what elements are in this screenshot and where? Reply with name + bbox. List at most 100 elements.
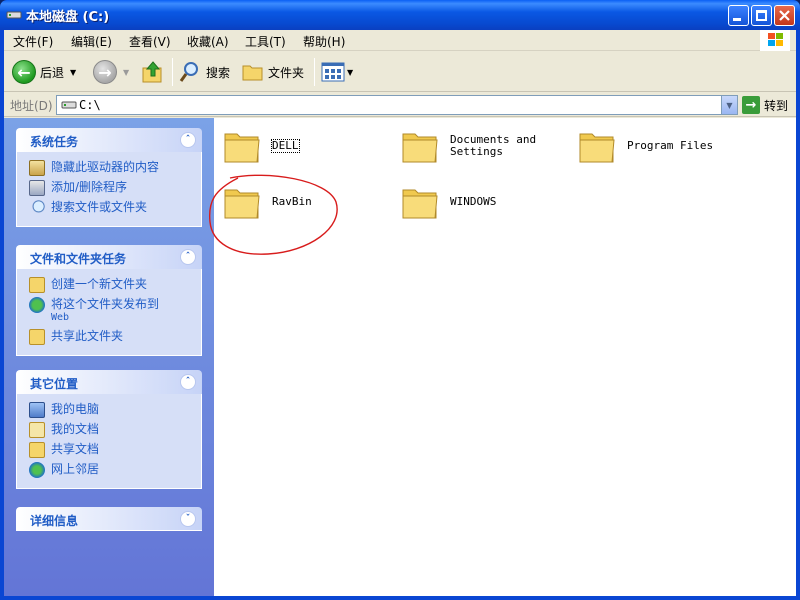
collapse-up-icon[interactable]: ˆ <box>180 132 196 148</box>
task-publish-web[interactable]: 将这个文件夹发布到 Web <box>29 297 201 325</box>
collapse-up-icon[interactable]: ˆ <box>180 374 196 390</box>
folder-name: WINDOWS <box>450 195 497 208</box>
task-label: 搜索文件或文件夹 <box>51 200 148 214</box>
task-label: 我的电脑 <box>51 402 100 416</box>
panel-header[interactable]: 其它位置 ˆ <box>16 370 202 394</box>
task-search-files[interactable]: 搜索文件或文件夹 <box>29 200 201 216</box>
address-bar: 地址(D) C:\ ▼ → 转到 <box>4 93 796 117</box>
folder-icon <box>579 133 615 163</box>
network-places-icon <box>29 462 45 478</box>
task-label: 共享此文件夹 <box>51 329 124 343</box>
task-share-folder[interactable]: 共享此文件夹 <box>29 329 201 345</box>
publish-web-icon <box>29 297 45 313</box>
close-button[interactable] <box>774 5 795 26</box>
add-remove-programs-icon <box>29 180 45 196</box>
panel-title: 文件和文件夹任务 <box>30 252 127 266</box>
place-shared-documents[interactable]: 共享文档 <box>29 442 201 458</box>
forward-arrow-icon: → <box>93 60 117 84</box>
file-folder-tasks-panel: 文件和文件夹任务 ˆ 创建一个新文件夹 将这个文件夹发布到 Web 共享此文件夹 <box>16 245 202 356</box>
other-places-panel: 其它位置 ˆ 我的电脑 我的文档 共享文档 网上邻居 <box>16 370 202 489</box>
task-sublabel: Web <box>51 312 70 323</box>
place-my-documents[interactable]: 我的文档 <box>29 422 201 438</box>
task-pane: 系统任务 ˆ 隐藏此驱动器的内容 添加/删除程序 搜索文件或文件夹 文件和文件夹… <box>4 118 214 596</box>
place-network[interactable]: 网上邻居 <box>29 462 201 478</box>
menu-help[interactable]: 帮助(H) <box>303 33 345 50</box>
back-button[interactable]: ← 后退 ▼ <box>12 58 76 86</box>
task-label: 网上邻居 <box>51 462 100 476</box>
drive-icon <box>61 101 77 109</box>
my-computer-icon <box>29 402 45 418</box>
forward-dropdown-icon[interactable]: ▼ <box>123 68 129 77</box>
views-dropdown-icon[interactable]: ▼ <box>347 68 353 77</box>
minimize-button[interactable] <box>728 5 749 26</box>
address-dropdown-icon[interactable]: ▼ <box>721 96 737 114</box>
go-label: 转到 <box>764 98 789 113</box>
toolbar-separator <box>314 58 315 86</box>
expand-down-icon[interactable]: ˇ <box>180 511 196 527</box>
folder-item[interactable]: WINDOWS <box>400 182 496 222</box>
place-my-computer[interactable]: 我的电脑 <box>29 402 201 418</box>
views-button[interactable]: ▼ <box>321 58 353 86</box>
folder-name: Documents and Settings <box>450 133 537 158</box>
task-add-remove-programs[interactable]: 添加/删除程序 <box>29 180 201 196</box>
menu-view[interactable]: 查看(V) <box>129 33 171 50</box>
maximize-icon <box>756 10 767 21</box>
task-label: 将这个文件夹发布到 <box>51 297 160 311</box>
back-arrow-icon: ← <box>12 60 36 84</box>
details-panel: 详细信息 ˇ <box>16 507 202 531</box>
task-label: 添加/删除程序 <box>51 180 128 194</box>
address-path: C:\ <box>79 98 101 112</box>
panel-title: 系统任务 <box>30 135 79 149</box>
menu-tools[interactable]: 工具(T) <box>245 33 286 50</box>
new-folder-icon <box>29 277 45 293</box>
drive-icon <box>6 11 22 19</box>
collapse-up-icon[interactable]: ˆ <box>180 249 196 265</box>
menu-favorites[interactable]: 收藏(A) <box>187 33 229 50</box>
share-folder-icon <box>29 329 45 345</box>
folder-name: DELL <box>271 139 300 153</box>
close-icon <box>779 10 790 21</box>
address-label: 地址(D) <box>10 99 53 113</box>
search-button[interactable]: 搜索 <box>178 58 230 86</box>
window-title: 本地磁盘 (C:) <box>26 10 110 25</box>
task-label: 创建一个新文件夹 <box>51 277 148 291</box>
panel-header[interactable]: 系统任务 ˆ <box>16 128 202 152</box>
title-bar[interactable]: 本地磁盘 (C:) <box>0 0 800 30</box>
address-field[interactable]: C:\ ▼ <box>56 95 738 115</box>
panel-header[interactable]: 文件和文件夹任务 ˆ <box>16 245 202 269</box>
windows-logo-icon <box>760 30 790 51</box>
minimize-icon <box>733 18 741 21</box>
search-label: 搜索 <box>206 65 231 80</box>
folder-item[interactable]: DELL <box>222 126 300 166</box>
panel-title: 详细信息 <box>30 514 79 528</box>
folders-button[interactable]: 文件夹 <box>242 58 304 86</box>
folder-item[interactable]: Program Files <box>577 126 713 166</box>
folder-icon <box>242 65 263 81</box>
annotation-circle <box>208 174 338 255</box>
forward-button[interactable]: → ▼ <box>93 58 129 86</box>
menu-edit[interactable]: 编辑(E) <box>71 33 112 50</box>
task-hide-drive-contents[interactable]: 隐藏此驱动器的内容 <box>29 160 201 176</box>
search-icon <box>179 62 198 82</box>
up-folder-icon <box>142 61 162 83</box>
menu-file[interactable]: 文件(F) <box>13 33 53 50</box>
file-view: DELL Documents and Settings Program File… <box>208 118 796 596</box>
maximize-button[interactable] <box>751 5 772 26</box>
back-dropdown-icon[interactable]: ▼ <box>70 68 76 77</box>
go-button[interactable]: → 转到 <box>742 95 788 115</box>
task-label: 隐藏此驱动器的内容 <box>51 160 160 174</box>
menu-bar: 文件(F) 编辑(E) 查看(V) 收藏(A) 工具(T) 帮助(H) <box>4 30 796 51</box>
folder-icon <box>402 189 438 219</box>
my-documents-icon <box>29 422 45 438</box>
up-folder-button[interactable] <box>142 58 164 86</box>
system-tasks-panel: 系统任务 ˆ 隐藏此驱动器的内容 添加/删除程序 搜索文件或文件夹 <box>16 128 202 227</box>
panel-header[interactable]: 详细信息 ˇ <box>16 507 202 531</box>
folder-item[interactable]: Documents and Settings <box>400 126 550 166</box>
back-label: 后退 <box>40 65 65 80</box>
task-label: 共享文档 <box>51 442 100 456</box>
toolbar: ← 后退 ▼ → ▼ 搜索 文件夹 ▼ <box>4 52 796 92</box>
shared-documents-icon <box>29 442 45 458</box>
views-icon <box>321 62 345 82</box>
task-new-folder[interactable]: 创建一个新文件夹 <box>29 277 201 293</box>
toolbar-separator <box>172 58 173 86</box>
